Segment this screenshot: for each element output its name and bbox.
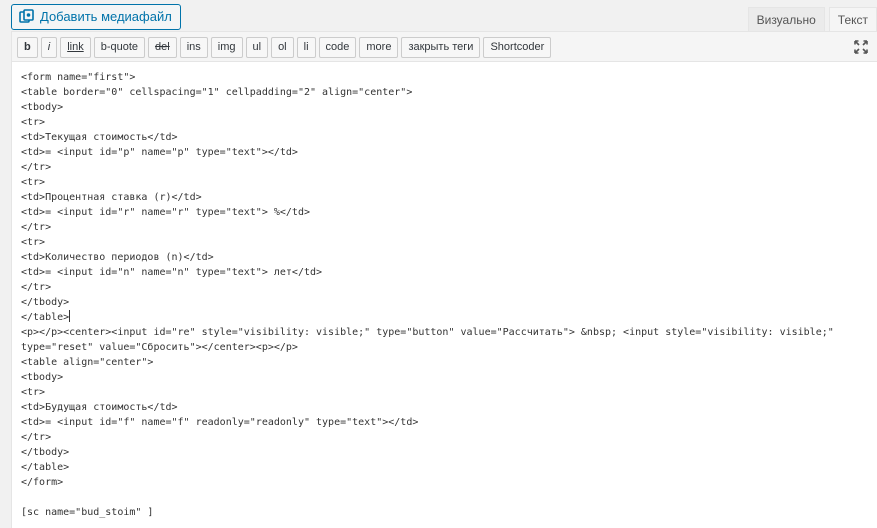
code-line: </tr>	[21, 162, 52, 173]
tab-text[interactable]: Текст	[828, 7, 877, 32]
code-line: </tbody>	[21, 447, 70, 458]
code-line: <tbody>	[21, 102, 64, 113]
qt-code-button[interactable]: code	[318, 37, 357, 58]
tab-visual[interactable]: Визуально	[747, 7, 825, 32]
qt-shortcoder-button[interactable]: Shortcoder	[483, 37, 552, 58]
code-line: <tr>	[21, 387, 46, 398]
code-line: <td>= <input id="n" name="n" type="text"…	[21, 267, 323, 278]
media-icon	[19, 9, 35, 25]
code-line: </tr>	[21, 432, 52, 443]
code-line: <td>= <input id="p" name="p" type="text"…	[21, 147, 298, 158]
qt-li-button[interactable]: li	[296, 37, 316, 58]
qt-ol-button[interactable]: ol	[271, 37, 294, 58]
code-line: type="reset" value="Сбросить"></center><…	[21, 342, 298, 353]
code-textarea[interactable]: <form name="first"> <table border="0" cel…	[12, 62, 877, 520]
add-media-button[interactable]: Добавить медиафайл	[11, 4, 181, 30]
qt-italic-button[interactable]: i	[40, 37, 58, 58]
qt-bold-button[interactable]: b	[17, 37, 38, 58]
editor-container: b i link b-quote del ins img ul ol li co…	[11, 31, 877, 528]
code-line: <td>Процентная ставка (r)</td>	[21, 192, 202, 203]
code-line: <table align="center">	[21, 357, 154, 368]
code-line: <td>= <input id="f" name="f" readonly="r…	[21, 417, 419, 428]
code-line: <tr>	[21, 237, 46, 248]
text-cursor	[69, 310, 71, 322]
code-line: </form>	[21, 477, 64, 488]
code-line: <td>= <input id="r" name="r" type="text"…	[21, 207, 310, 218]
code-line: <td>Будущая стоимость</td>	[21, 402, 178, 413]
qt-close-tags-button[interactable]: закрыть теги	[401, 37, 481, 58]
code-line: </tr>	[21, 282, 52, 293]
qt-blockquote-button[interactable]: b-quote	[93, 37, 146, 58]
qt-del-button[interactable]: del	[148, 37, 177, 58]
qt-ins-button[interactable]: ins	[179, 37, 208, 58]
code-line: <form name="first">	[21, 72, 136, 83]
add-media-label: Добавить медиафайл	[40, 9, 172, 24]
code-line: </tr>	[21, 222, 52, 233]
qt-ul-button[interactable]: ul	[245, 37, 269, 58]
code-line: <tr>	[21, 177, 46, 188]
qt-more-button[interactable]: more	[359, 37, 399, 58]
fullscreen-expand-icon[interactable]	[854, 40, 868, 54]
code-line: </tbody>	[21, 297, 70, 308]
qt-img-button[interactable]: img	[210, 37, 243, 58]
code-line: [sc name="bud_stoim" ]	[21, 507, 154, 518]
code-line: <td>Количество периодов (n)</td>	[21, 252, 214, 263]
editor-tabs: Визуально Текст	[744, 7, 877, 32]
code-line: <tbody>	[21, 372, 64, 383]
code-line: <td>Текущая стоимость</td>	[21, 132, 178, 143]
code-line: </table>	[21, 310, 71, 323]
code-line: <tr>	[21, 117, 46, 128]
code-line: </table>	[21, 462, 70, 473]
code-line: <p></p><center><input id="re" style="vis…	[21, 327, 834, 338]
qt-link-button[interactable]: link	[60, 37, 91, 58]
code-line: <table border="0" cellspacing="1" cellpa…	[21, 87, 413, 98]
quicktags-toolbar: b i link b-quote del ins img ul ol li co…	[12, 32, 877, 62]
